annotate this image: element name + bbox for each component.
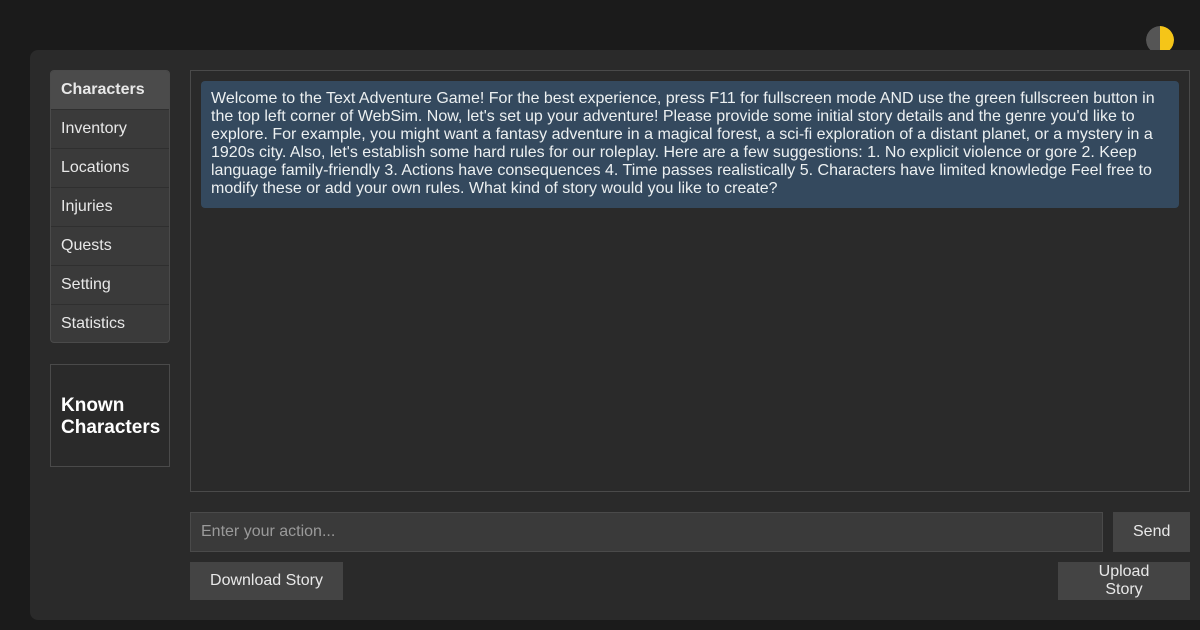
send-button[interactable]: Send [1113,512,1190,552]
app-container: Characters Inventory Locations Injuries … [30,50,1200,620]
tab-characters[interactable]: Characters [51,71,169,110]
action-input[interactable] [190,512,1103,552]
download-story-button[interactable]: Download Story [190,562,343,600]
known-characters-panel: Known Characters [50,364,170,467]
story-output[interactable]: Welcome to the Text Adventure Game! For … [190,70,1190,492]
tab-injuries[interactable]: Injuries [51,188,169,227]
tab-inventory[interactable]: Inventory [51,110,169,149]
tab-setting[interactable]: Setting [51,266,169,305]
page: Characters Inventory Locations Injuries … [0,0,1200,630]
known-characters-title: Known Characters [61,395,161,438]
tab-quests[interactable]: Quests [51,227,169,266]
tab-locations[interactable]: Locations [51,149,169,188]
tab-statistics[interactable]: Statistics [51,305,169,342]
sidebar-tabs: Characters Inventory Locations Injuries … [50,70,170,343]
story-message: Welcome to the Text Adventure Game! For … [201,81,1179,208]
upload-story-button[interactable]: Upload Story [1058,562,1190,600]
